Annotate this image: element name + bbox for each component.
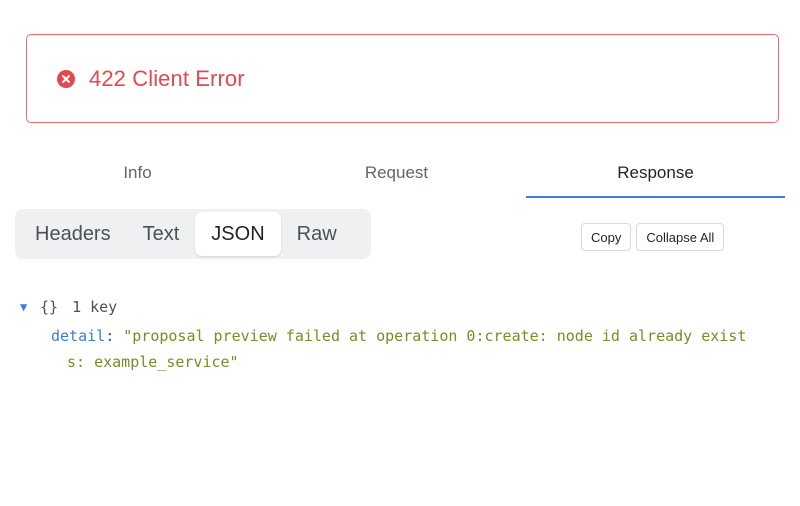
collapse-all-button[interactable]: Collapse All <box>636 223 725 251</box>
tab-request[interactable]: Request <box>267 150 526 198</box>
main-tabs: Info Request Response <box>8 150 785 198</box>
x-circle-icon <box>57 69 75 88</box>
response-panel: 422 Client Error Info Request Response H… <box>0 0 800 506</box>
error-title: 422 Client Error <box>89 65 245 91</box>
json-key: detail <box>51 327 106 345</box>
copy-button[interactable]: Copy <box>581 223 632 251</box>
key-count: 1 key <box>72 298 118 316</box>
tab-response[interactable]: Response <box>526 150 785 198</box>
format-tabs: Headers Text JSON Raw <box>15 209 371 259</box>
json-entry-line-2: s: example_service" <box>51 349 797 375</box>
format-tab-raw[interactable]: Raw <box>281 212 353 256</box>
collapse-toggle-icon[interactable]: ▼ <box>20 294 32 320</box>
json-value-part-2: s: example_service" <box>67 353 239 371</box>
json-entry-line-1: detail: "proposal preview failed at oper… <box>51 323 781 349</box>
json-root-node: ▼ {} 1 key <box>20 294 785 320</box>
tab-info[interactable]: Info <box>8 150 267 198</box>
error-banner: 422 Client Error <box>26 34 779 123</box>
json-viewer: ▼ {} 1 key detail: "proposal preview fai… <box>20 294 785 375</box>
format-tab-headers[interactable]: Headers <box>19 212 127 256</box>
json-entry: detail: "proposal preview failed at oper… <box>51 323 785 375</box>
format-tab-json[interactable]: JSON <box>195 212 281 256</box>
format-tab-text[interactable]: Text <box>127 212 196 256</box>
json-value-part-1: "proposal preview failed at operation 0:… <box>123 327 747 345</box>
json-colon: : <box>105 327 115 345</box>
json-toolbar: Copy Collapse All <box>581 223 725 251</box>
object-brace: {} <box>40 298 59 316</box>
